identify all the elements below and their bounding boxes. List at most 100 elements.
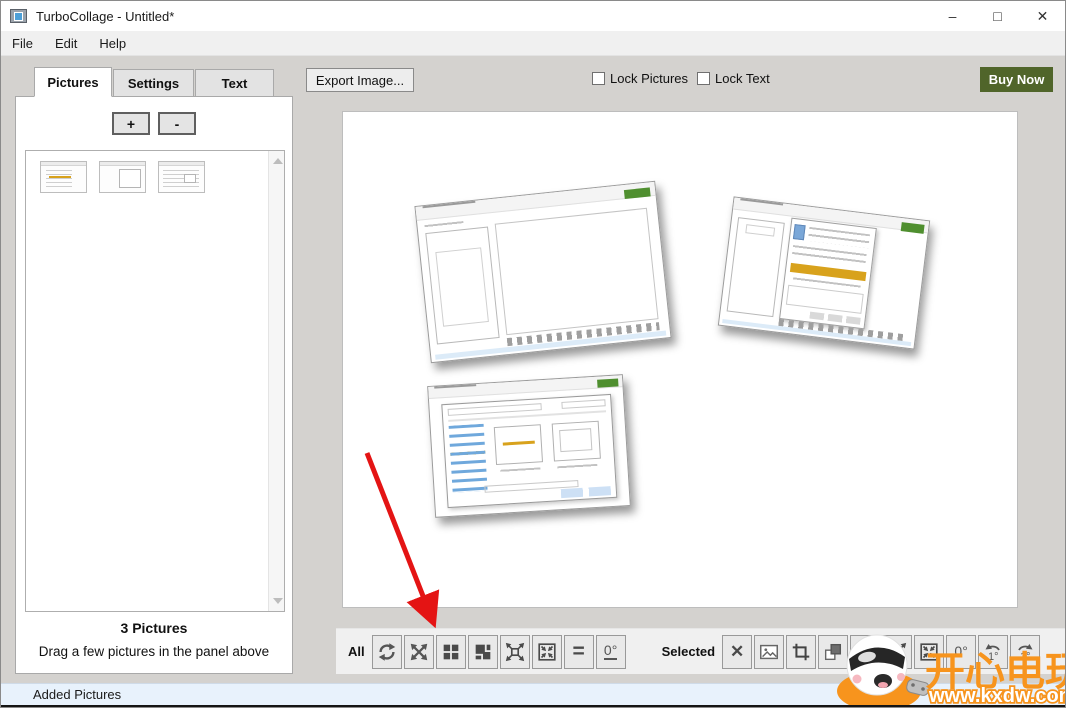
swap-arrows-icon <box>408 641 430 663</box>
delete-selected-button[interactable]: ✕ <box>722 635 752 669</box>
thumb-detail <box>49 176 71 178</box>
enlarge-selected-button[interactable] <box>882 635 912 669</box>
svg-text:1°: 1° <box>988 651 999 663</box>
equal-grid-layout-button[interactable] <box>436 635 466 669</box>
swap-pictures-button[interactable] <box>404 635 434 669</box>
status-text: Added Pictures <box>33 687 121 702</box>
mock-buy-now <box>900 222 924 234</box>
menu-file[interactable]: File <box>1 36 44 51</box>
close-button[interactable]: ✕ <box>1020 1 1065 31</box>
thumb-detail <box>100 162 145 166</box>
shuffle-layout-button[interactable] <box>372 635 402 669</box>
mock-detail <box>786 285 864 314</box>
collage-photo-main-window[interactable] <box>414 181 671 363</box>
bring-forward-icon <box>822 641 844 663</box>
buy-now-button[interactable]: Buy Now <box>980 67 1053 92</box>
window-title: TurboCollage - Untitled* <box>36 9 174 24</box>
mock-detail <box>559 428 592 452</box>
contract-arrows-icon <box>536 641 558 663</box>
window-controls: – □ ✕ <box>930 1 1065 31</box>
rotate-cw-button[interactable]: 1° <box>1010 635 1040 669</box>
tab-settings[interactable]: Settings <box>113 69 194 97</box>
mock-sidebar <box>726 217 784 317</box>
send-backward-icon <box>854 641 876 663</box>
equal-grid-icon <box>440 641 462 663</box>
thumbnail-item-1[interactable] <box>40 161 87 193</box>
collage-photo-file-dialog[interactable] <box>427 374 631 518</box>
crop-selected-button[interactable] <box>786 635 816 669</box>
mosaic-layout-button[interactable] <box>468 635 498 669</box>
change-picture-button[interactable] <box>754 635 784 669</box>
expand-arrows-icon <box>886 641 908 663</box>
mock-canvas <box>494 208 658 336</box>
pictures-panel: + - 3 Pictures Drag a few pict <box>15 96 293 674</box>
svg-text:1°: 1° <box>1020 651 1031 663</box>
thumbnail-item-2[interactable] <box>99 161 146 193</box>
menu-edit[interactable]: Edit <box>44 36 88 51</box>
equals-icon: = <box>572 647 584 657</box>
tab-pictures[interactable]: Pictures <box>34 67 112 97</box>
contract-arrows-icon <box>918 641 940 663</box>
export-image-button[interactable]: Export Image... <box>306 68 414 92</box>
mascot-cheek <box>897 673 905 681</box>
bring-forward-button[interactable] <box>818 635 848 669</box>
mosaic-grid-icon <box>472 641 494 663</box>
mock-folder-tree <box>448 423 487 492</box>
mock-detail <box>793 224 806 240</box>
maximize-button[interactable]: □ <box>975 1 1020 31</box>
thumbnail-list[interactable] <box>25 150 285 612</box>
shrink-all-button[interactable] <box>532 635 562 669</box>
add-picture-button[interactable]: + <box>112 112 150 135</box>
refresh-icon <box>376 641 398 663</box>
rotate-ccw-button[interactable]: 1° <box>978 635 1008 669</box>
scroll-up-icon[interactable] <box>273 158 283 164</box>
mock-detail <box>500 467 541 472</box>
shrink-selected-button[interactable] <box>914 635 944 669</box>
tab-text[interactable]: Text <box>195 69 274 97</box>
mock-buy-now <box>624 187 651 199</box>
minimize-button[interactable]: – <box>930 1 975 31</box>
picture-icon <box>758 641 780 663</box>
mock-detail <box>503 441 535 446</box>
lock-pictures-control: Lock Pictures <box>592 71 688 86</box>
thumb-detail <box>119 169 141 188</box>
rotate-cw-icon: 1° <box>1013 640 1037 664</box>
lock-text-checkbox[interactable] <box>697 72 710 85</box>
collage-photo-welcome-dialog[interactable] <box>718 196 930 349</box>
scroll-down-icon[interactable] <box>273 598 283 604</box>
panel-hint: Drag a few pictures in the panel above <box>16 644 292 659</box>
remove-picture-button[interactable]: - <box>158 112 196 135</box>
thumbnail-scrollbar[interactable] <box>268 151 284 611</box>
send-backward-button[interactable] <box>850 635 880 669</box>
mock-detail <box>436 248 490 327</box>
lock-pictures-label: Lock Pictures <box>610 71 688 86</box>
reset-rotation-selected-button[interactable]: 0° <box>946 635 976 669</box>
enlarge-all-button[interactable] <box>500 635 530 669</box>
equal-size-button[interactable]: = <box>564 635 594 669</box>
thumb-detail <box>184 174 196 183</box>
mock-detail <box>425 221 464 229</box>
title-bar: TurboCollage - Untitled* – □ ✕ <box>1 1 1065 31</box>
bottom-toolbar: All <box>336 628 1066 674</box>
mock-detail <box>434 384 477 389</box>
mock-detail <box>745 224 775 237</box>
zero-degrees-icon: 0° <box>604 643 617 660</box>
zero-degrees-icon: 0° <box>954 644 967 659</box>
lock-pictures-checkbox[interactable] <box>592 72 605 85</box>
mock-file-thumb-2 <box>551 420 601 462</box>
expand-arrows-icon <box>504 641 526 663</box>
lock-text-label: Lock Text <box>715 71 770 86</box>
thumbnail-item-3[interactable] <box>158 161 205 193</box>
mock-search-box <box>562 400 606 410</box>
rotate-ccw-icon: 1° <box>981 640 1005 664</box>
mock-file-thumb-1 <box>494 424 544 466</box>
mock-detail <box>557 463 598 468</box>
thumb-detail <box>159 162 204 166</box>
reset-rotation-all-button[interactable]: 0° <box>596 635 626 669</box>
menu-help[interactable]: Help <box>88 36 137 51</box>
delete-x-icon: ✕ <box>730 642 744 662</box>
mock-dialog <box>779 217 877 329</box>
mock-detail <box>808 227 870 248</box>
mock-address-bar <box>447 403 542 416</box>
mock-buy-now <box>597 379 619 388</box>
